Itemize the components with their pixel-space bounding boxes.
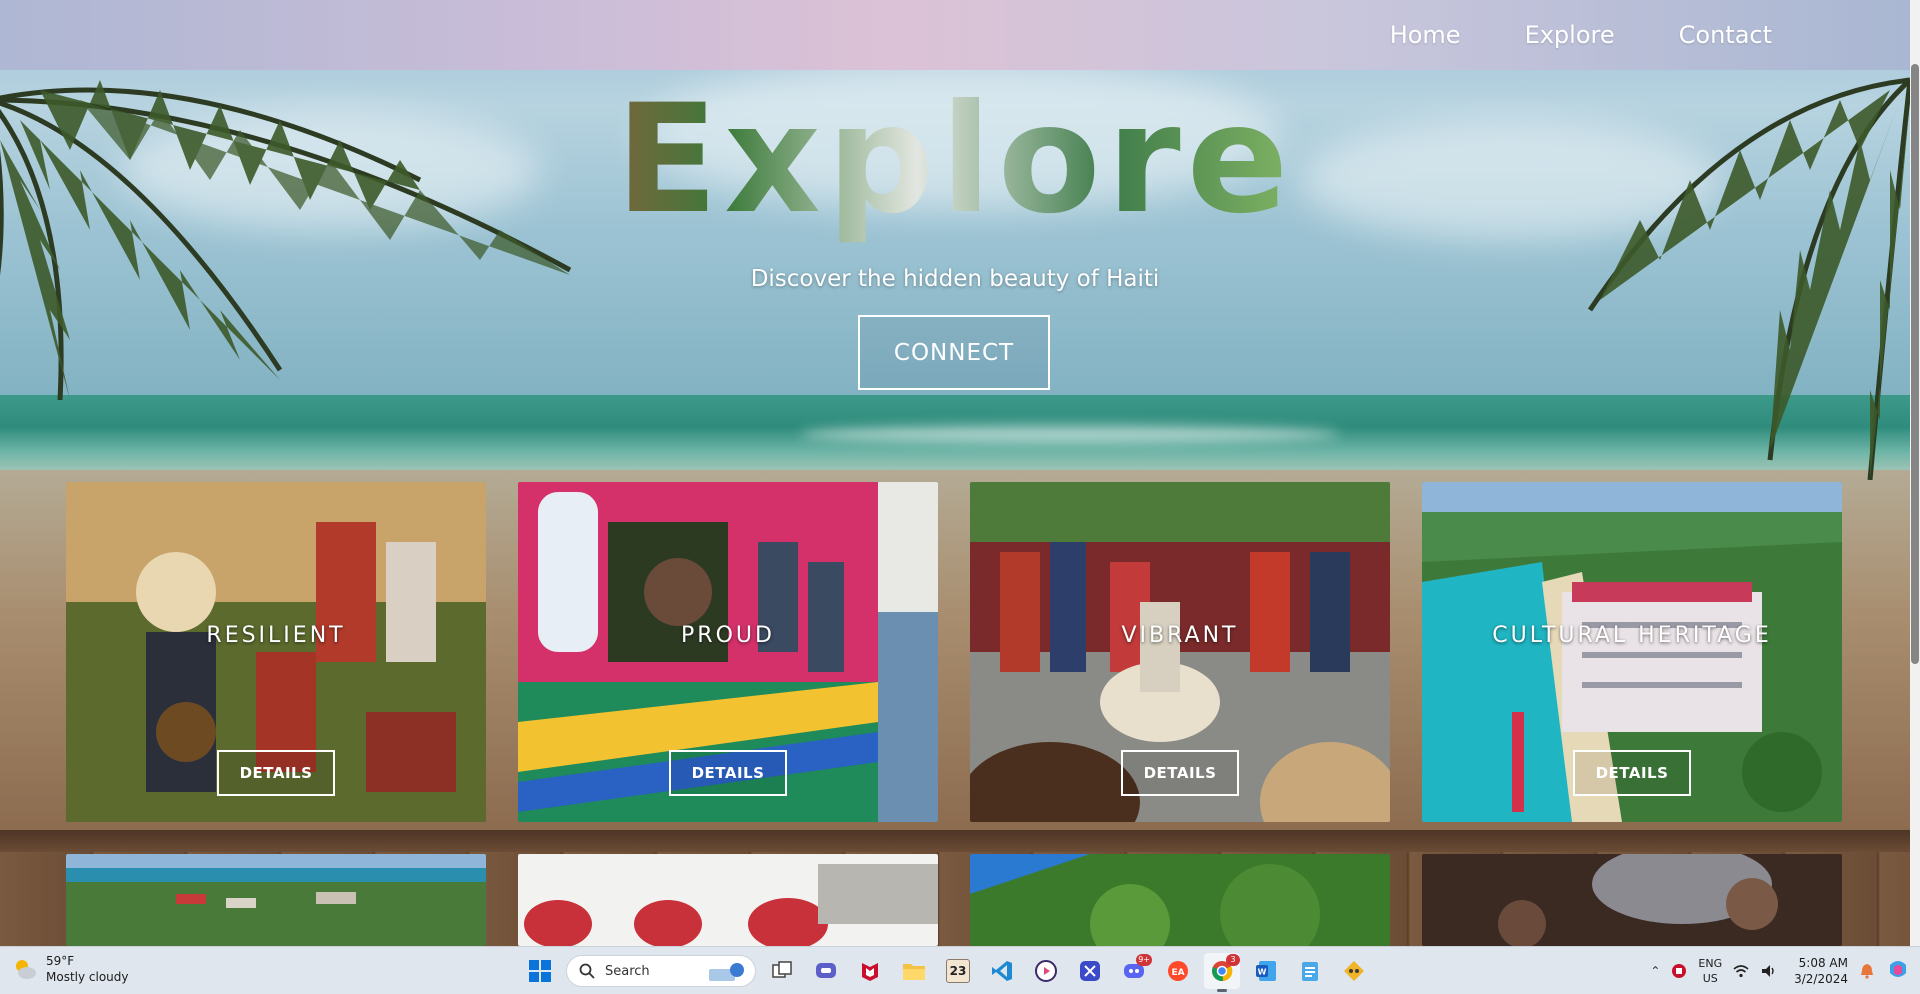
notification-bell-icon[interactable]: [1858, 962, 1876, 980]
card-image-aerial-town: [66, 854, 486, 946]
card-title: VIBRANT: [1121, 623, 1239, 648]
hero-title: Explore: [0, 70, 1910, 250]
git-diamond-icon: [1344, 961, 1364, 981]
media-player-button[interactable]: [1028, 953, 1064, 989]
search-label: Search: [605, 963, 650, 979]
nav-contact-link[interactable]: Contact: [1679, 21, 1772, 49]
chat-icon: [816, 963, 836, 978]
taskbar-search[interactable]: Search: [566, 955, 756, 987]
card-green-mountain[interactable]: [970, 854, 1390, 946]
card-proud: PROUD DETAILS: [518, 482, 938, 822]
clock[interactable]: 5:08 AM 3/2/2024: [1794, 955, 1848, 987]
chevron-up-icon[interactable]: ⌃: [1650, 964, 1660, 978]
card-resilient: RESILIENT DETAILS: [66, 482, 486, 822]
card-cultural-heritage: CULTURAL HERITAGE DETAILS: [1422, 482, 1842, 822]
language-code: ENG: [1698, 957, 1723, 970]
taskbar-apps: Search 23 9+ EA 3 W: [522, 953, 1372, 992]
wave: [800, 425, 1340, 443]
hero-subtitle: Discover the hidden beauty of Haiti: [750, 266, 1160, 292]
vscode-button[interactable]: [984, 953, 1020, 989]
cloudy-weather-icon: [16, 960, 36, 979]
calendar-icon: 23: [946, 959, 970, 983]
task-view-button[interactable]: [764, 953, 800, 989]
scissors-icon: [1080, 961, 1100, 981]
play-circle-icon: [1035, 960, 1057, 982]
card-aerial-town[interactable]: [66, 854, 486, 946]
top-navbar: Home Explore Contact: [0, 0, 1910, 70]
weather-widget[interactable]: 59°F Mostly cloudy: [12, 953, 129, 985]
scrollbar-thumb[interactable]: [1911, 64, 1919, 664]
notepad-icon: [1302, 962, 1318, 981]
task-view-icon: [772, 961, 792, 978]
mcafee-button[interactable]: [852, 953, 888, 989]
details-button[interactable]: DETAILS: [217, 750, 335, 796]
search-highlight-icon: [709, 963, 744, 981]
start-button[interactable]: [522, 953, 558, 989]
nav-explore-link[interactable]: Explore: [1525, 21, 1615, 49]
connect-button[interactable]: CONNECT: [858, 315, 1050, 390]
discord-button[interactable]: 9+: [1116, 953, 1152, 989]
card-image-green-mountain: [970, 854, 1390, 946]
shield-m-icon: [862, 963, 878, 981]
details-button[interactable]: DETAILS: [669, 750, 787, 796]
card-red-hats[interactable]: [518, 854, 938, 946]
details-button[interactable]: DETAILS: [1573, 750, 1691, 796]
copilot-icon[interactable]: [1886, 959, 1910, 983]
ea-icon: EA: [1168, 961, 1188, 981]
svg-text:W: W: [1258, 968, 1267, 977]
wifi-icon[interactable]: [1732, 962, 1750, 980]
nav-home-link[interactable]: Home: [1390, 21, 1461, 49]
snipping-tool-button[interactable]: [1072, 953, 1108, 989]
file-explorer-button[interactable]: [896, 953, 932, 989]
teams-chat-button[interactable]: [808, 953, 844, 989]
word-button[interactable]: W: [1248, 953, 1284, 989]
card-vibrant: VIBRANT DETAILS: [970, 482, 1390, 822]
notification-badge: 9+: [1136, 954, 1152, 966]
system-tray: ⌃ ENG US 5:08 AM 3/2/2024: [1650, 947, 1920, 994]
speaker-icon[interactable]: [1760, 962, 1778, 980]
card-cave-people[interactable]: [1422, 854, 1842, 946]
notification-badge: 3: [1226, 954, 1240, 966]
card-image-red-hats: [518, 854, 938, 946]
card-title: RESILIENT: [206, 623, 346, 648]
weather-description: Mostly cloudy: [46, 970, 129, 984]
card-image-cave-people: [1422, 854, 1842, 946]
nav-links: Home Explore Contact: [1390, 0, 1772, 70]
ea-app-button[interactable]: EA: [1160, 953, 1196, 989]
svg-text:EA: EA: [1171, 968, 1184, 978]
region-code: US: [1702, 972, 1718, 985]
word-icon: W: [1256, 961, 1276, 981]
language-indicator[interactable]: ENG US: [1698, 956, 1722, 986]
clock-date: 3/2/2024: [1794, 972, 1848, 986]
git-app-button[interactable]: [1336, 953, 1372, 989]
search-icon: [579, 963, 595, 979]
card-title: PROUD: [681, 623, 775, 648]
notepad-button[interactable]: [1292, 953, 1328, 989]
clock-time: 5:08 AM: [1798, 956, 1848, 970]
weather-temperature: 59°F: [46, 954, 75, 968]
windows-taskbar: 59°F Mostly cloudy Search 23 9+ EA 3 W ⌃…: [0, 946, 1920, 994]
chrome-button[interactable]: 3: [1204, 953, 1240, 992]
windows-logo-icon: [529, 960, 551, 982]
mcafee-tray-icon[interactable]: [1670, 962, 1688, 980]
vscode-icon: [992, 961, 1012, 981]
details-button[interactable]: DETAILS: [1121, 750, 1239, 796]
card-title: CULTURAL HERITAGE: [1492, 623, 1772, 648]
calendar-app-button[interactable]: 23: [940, 953, 976, 989]
vertical-scrollbar[interactable]: [1910, 0, 1920, 946]
folder-icon: [903, 964, 925, 980]
